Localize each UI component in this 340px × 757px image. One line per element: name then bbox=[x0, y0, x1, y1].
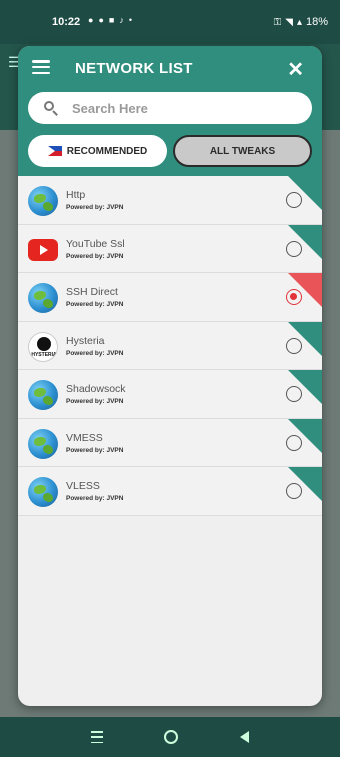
corner-badge bbox=[288, 418, 322, 453]
philippines-flag-icon bbox=[47, 146, 62, 156]
search-icon bbox=[44, 101, 58, 116]
corner-badge bbox=[288, 176, 322, 210]
network-name: Shadowsock bbox=[66, 383, 126, 395]
notification-icon: ● bbox=[98, 15, 104, 25]
hysteria-icon: HYSTERIA bbox=[28, 331, 58, 362]
recents-icon[interactable] bbox=[90, 731, 103, 743]
corner-badge bbox=[288, 321, 322, 356]
search-input[interactable] bbox=[72, 100, 292, 116]
dialog-header: NETWORK LIST ✕ RECOMMENDED ALL TWEAKS bbox=[18, 46, 322, 176]
powered-by-text: Powered by: JVPN bbox=[66, 252, 124, 260]
list-item[interactable]: VMESS Powered by: JVPN bbox=[18, 418, 322, 467]
network-name: VLESS bbox=[66, 480, 100, 492]
system-icons: ⚿ ◥ ▴ 18% bbox=[274, 16, 328, 28]
navigation-bar bbox=[0, 717, 340, 757]
notification-icons: ● ● ■ ♪ • bbox=[88, 15, 132, 25]
corner-badge bbox=[288, 224, 322, 259]
network-name: SSH Direct bbox=[66, 286, 118, 298]
globe-icon bbox=[28, 428, 58, 459]
powered-by-text: Powered by: JVPN bbox=[66, 204, 124, 211]
list-item[interactable]: VLESS Powered by: JVPN bbox=[18, 467, 322, 516]
wifi-icon: ◥ bbox=[285, 16, 293, 28]
network-name: VMESS bbox=[66, 431, 103, 444]
tab-recommended[interactable]: RECOMMENDED bbox=[28, 135, 167, 167]
globe-icon bbox=[28, 477, 58, 507]
tab-all-tweaks-label: ALL TWEAKS bbox=[209, 145, 276, 157]
globe-icon bbox=[28, 283, 58, 313]
back-icon[interactable] bbox=[240, 731, 250, 743]
notification-icon: ● bbox=[88, 15, 94, 25]
menu-icon[interactable] bbox=[32, 60, 50, 74]
network-list-dialog: NETWORK LIST ✕ RECOMMENDED ALL TWEAKS Ht… bbox=[18, 46, 322, 706]
network-list: Http Powered by: JVPN YouTube Ssl Powere… bbox=[18, 176, 322, 516]
tiktok-icon: ♪ bbox=[119, 15, 124, 25]
dialog-title: NETWORK LIST bbox=[75, 60, 193, 77]
globe-icon bbox=[28, 186, 58, 216]
signal-icon: ▴ bbox=[296, 16, 302, 28]
tab-recommended-label: RECOMMENDED bbox=[66, 145, 148, 157]
youtube-icon bbox=[28, 238, 58, 261]
status-time: 10:22 bbox=[52, 16, 81, 28]
powered-by-text: Powered by: JVPN bbox=[66, 495, 124, 502]
corner-badge bbox=[288, 273, 322, 307]
search-bar[interactable] bbox=[28, 92, 312, 124]
corner-badge bbox=[288, 370, 322, 404]
powered-by-text: Powered by: JVPN bbox=[66, 446, 124, 454]
list-item[interactable]: YouTube Ssl Powered by: JVPN bbox=[18, 224, 322, 273]
network-name: Hysteria bbox=[66, 334, 105, 347]
corner-badge bbox=[288, 467, 322, 501]
status-bar: 10:22 ● ● ■ ♪ • ⚿ ◥ ▴ 18% bbox=[0, 0, 340, 44]
network-name: YouTube Ssl bbox=[66, 237, 125, 250]
network-name: Http bbox=[66, 189, 86, 201]
home-icon[interactable] bbox=[164, 730, 179, 744]
list-item[interactable]: SSH Direct Powered by: JVPN bbox=[18, 273, 322, 322]
powered-by-text: Powered by: JVPN bbox=[66, 349, 124, 357]
powered-by-text: Powered by: JVPN bbox=[66, 398, 124, 405]
list-item[interactable]: HYSTERIA Hysteria Powered by: JVPN bbox=[18, 321, 322, 370]
tab-all-tweaks[interactable]: ALL TWEAKS bbox=[173, 135, 312, 167]
globe-icon bbox=[28, 380, 58, 410]
notification-icon: ■ bbox=[108, 15, 115, 25]
powered-by-text: Powered by: JVPN bbox=[66, 301, 124, 308]
vpn-key-icon: ⚿ bbox=[273, 16, 282, 28]
notification-dot-icon: • bbox=[128, 15, 132, 25]
battery-text: 18% bbox=[305, 16, 328, 28]
close-button[interactable]: ✕ bbox=[287, 60, 304, 80]
list-item[interactable]: Shadowsock Powered by: JVPN bbox=[18, 370, 322, 419]
list-item[interactable]: Http Powered by: JVPN bbox=[18, 176, 322, 225]
